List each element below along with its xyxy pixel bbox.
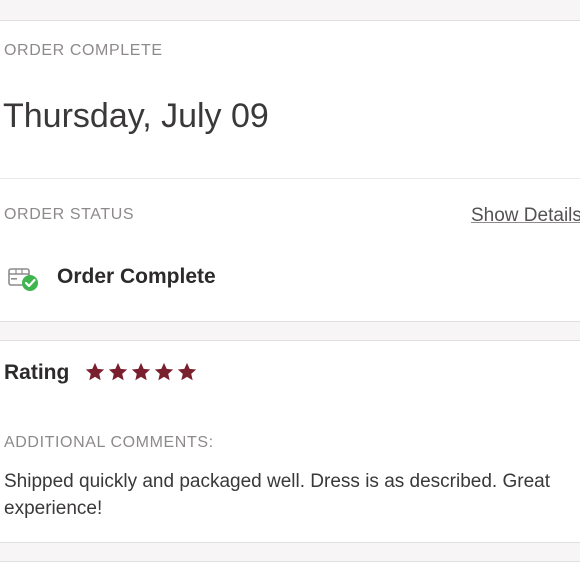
- package-check-icon: [7, 263, 41, 293]
- star-icon: [85, 362, 105, 381]
- section-divider: [0, 178, 580, 179]
- order-complete-label: ORDER COMPLETE: [4, 42, 163, 59]
- rating-card: Rating ADDITIONAL COMMENTS: Shipped quic…: [0, 340, 580, 543]
- next-card: [0, 561, 580, 580]
- star-icon: [177, 362, 197, 381]
- order-details-page: ORDER COMPLETE Thursday, July 09 ORDER S…: [0, 0, 580, 580]
- order-status-text: Order Complete: [57, 265, 216, 288]
- star-rating: [84, 361, 198, 383]
- star-icon: [154, 362, 174, 381]
- rating-label: Rating: [4, 361, 70, 384]
- star-icon: [131, 362, 151, 381]
- order-status-label: ORDER STATUS: [4, 206, 135, 223]
- star-icon: [108, 362, 128, 381]
- order-date: Thursday, July 09: [3, 97, 269, 135]
- order-summary-card: ORDER COMPLETE Thursday, July 09 ORDER S…: [0, 20, 580, 322]
- comment-text: Shipped quickly and packaged well. Dress…: [4, 471, 551, 519]
- show-details-link[interactable]: Show Details: [471, 205, 580, 227]
- additional-comments-label: ADDITIONAL COMMENTS:: [4, 434, 214, 451]
